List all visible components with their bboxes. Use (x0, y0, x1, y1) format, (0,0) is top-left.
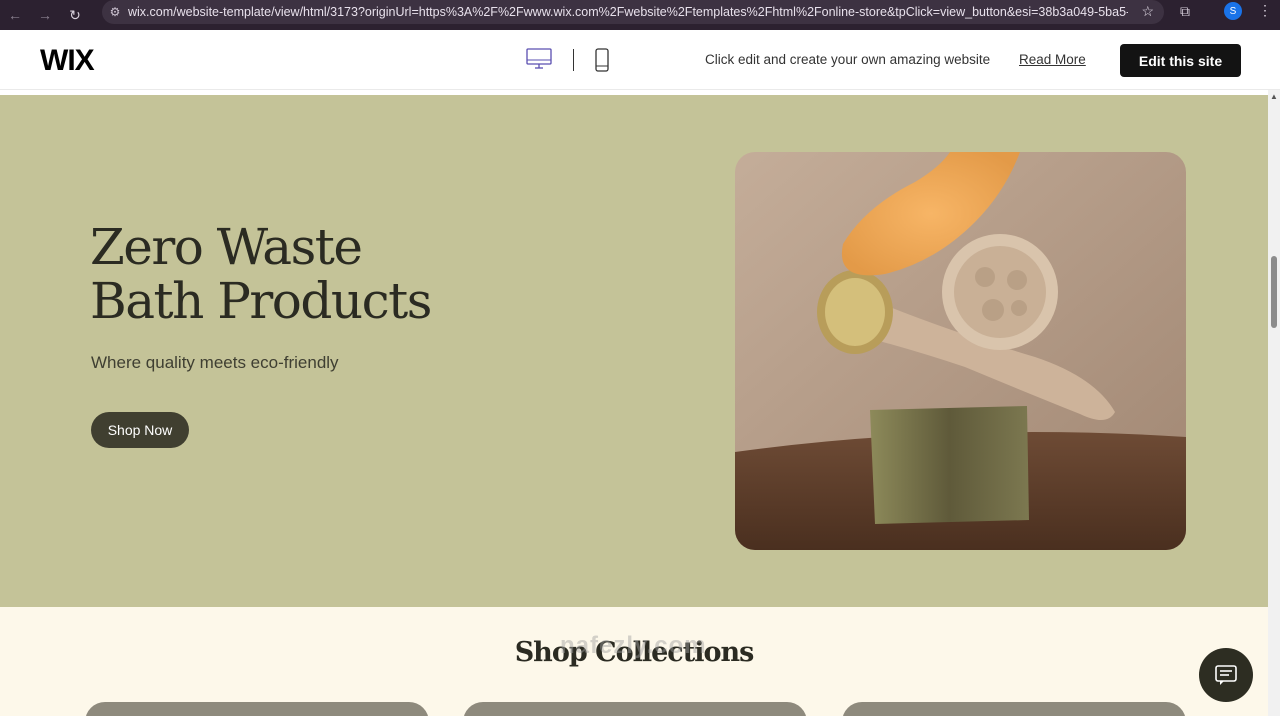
collection-card[interactable] (85, 702, 429, 716)
url-text[interactable]: wix.com/website-template/view/html/3173?… (128, 5, 1128, 19)
hero-title-line-1: Zero Waste (90, 218, 363, 276)
chat-button[interactable] (1199, 648, 1253, 702)
watermark: nafezly.com (560, 632, 707, 659)
hero-section: Zero Waste Bath Products Where quality m… (0, 95, 1268, 607)
mobile-view-icon[interactable] (594, 48, 610, 72)
collection-card[interactable] (842, 702, 1186, 716)
scroll-thumb[interactable] (1271, 256, 1277, 328)
hero-title-line-2: Bath Products (90, 272, 432, 330)
extensions-icon[interactable]: ⧉ (1180, 3, 1190, 20)
page-scrollbar[interactable]: ▲ (1268, 90, 1280, 716)
edit-message: Click edit and create your own amazing w… (705, 52, 991, 67)
address-bar[interactable]: ⚙ wix.com/website-template/view/html/317… (102, 0, 1164, 24)
desktop-view-icon[interactable] (526, 48, 552, 70)
device-separator (573, 49, 574, 71)
profile-avatar[interactable]: S (1224, 2, 1242, 20)
reload-icon[interactable]: ↻ (60, 0, 90, 30)
bookmark-star-icon[interactable]: ☆ (1141, 3, 1154, 20)
browser-menu-icon[interactable]: ⋮ (1258, 2, 1272, 19)
scroll-up-arrow-icon[interactable]: ▲ (1270, 92, 1278, 101)
shop-now-button[interactable]: Shop Now (91, 412, 189, 448)
read-more-link[interactable]: Read More (1019, 52, 1086, 67)
hero-subtitle: Where quality meets eco-friendly (91, 353, 339, 372)
hero-title: Zero Waste Bath Products (90, 218, 432, 330)
chat-icon (1215, 665, 1237, 685)
browser-toolbar: ← → ↻ ⚙ wix.com/website-template/view/ht… (0, 0, 1280, 30)
site-info-icon[interactable]: ⚙ (102, 5, 128, 19)
edit-site-button[interactable]: Edit this site (1120, 44, 1241, 77)
collection-card[interactable] (463, 702, 807, 716)
wix-logo[interactable]: WIX (40, 44, 95, 78)
hero-product-image (735, 152, 1186, 550)
wix-preview-bar: WIX Click edit and create your own amazi… (0, 30, 1280, 90)
back-arrow-icon[interactable]: ← (0, 0, 30, 30)
forward-arrow-icon[interactable]: → (30, 0, 60, 30)
shop-collections-section: Shop Collections (0, 607, 1268, 716)
